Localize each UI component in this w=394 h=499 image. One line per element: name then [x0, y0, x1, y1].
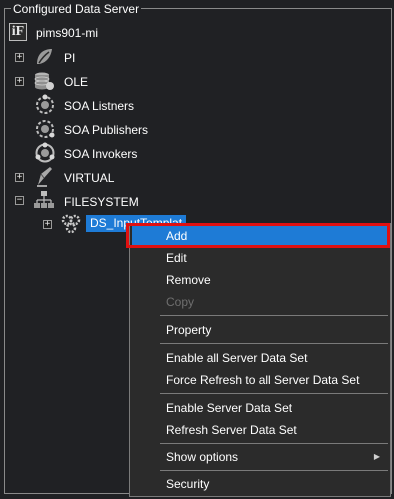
tree-item-soa-listners[interactable]: SOA Listners [64, 98, 134, 114]
tree-item-ole[interactable]: OLE [64, 74, 88, 90]
filesystem-hierarchy-icon [34, 191, 54, 208]
ole-database-icon [34, 72, 54, 90]
menu-item-add[interactable]: Add [132, 225, 388, 247]
menu-separator [160, 443, 388, 444]
menu-item-show-options[interactable]: Show options ▶ [132, 446, 388, 468]
soa-listners-icon [36, 94, 54, 114]
panel-title: Configured Data Server [11, 2, 142, 16]
expand-ole-toggle[interactable]: + [15, 77, 24, 86]
tree-item-virtual[interactable]: VIRTUAL [64, 170, 114, 186]
tree-item-pi[interactable]: PI [64, 50, 75, 66]
tree-item-soa-invokers[interactable]: SOA Invokers [64, 146, 137, 162]
tree-item-filesystem[interactable]: FILESYSTEM [64, 194, 139, 210]
menu-separator [160, 343, 388, 344]
menu-item-enable-all-server-data-set[interactable]: Enable all Server Data Set [132, 347, 388, 369]
expand-pi-toggle[interactable]: + [15, 53, 24, 62]
pi-leaf-icon [37, 49, 52, 64]
tree-item-soa-publishers[interactable]: SOA Publishers [64, 122, 148, 138]
context-menu: Add Edit Remove Copy Property Enable all… [129, 223, 391, 497]
menu-separator [160, 393, 388, 394]
expand-ds-inputtemplat-toggle[interactable]: + [43, 220, 52, 229]
menu-item-security[interactable]: Security [132, 473, 388, 495]
tree-root-label[interactable]: pims901-mi [36, 25, 98, 41]
collapse-filesystem-toggle[interactable]: − [15, 196, 24, 205]
menu-item-force-refresh-all[interactable]: Force Refresh to all Server Data Set [132, 369, 388, 391]
menu-item-refresh-server-data-set[interactable]: Refresh Server Data Set [132, 419, 388, 441]
menu-separator [160, 470, 388, 471]
menu-item-enable-server-data-set[interactable]: Enable Server Data Set [132, 397, 388, 419]
virtual-pen-icon [37, 167, 52, 187]
menu-separator [160, 315, 388, 316]
menu-item-remove[interactable]: Remove [132, 269, 388, 291]
expand-virtual-toggle[interactable]: + [15, 173, 24, 182]
menu-item-copy: Copy [166, 295, 195, 309]
menu-item-edit[interactable]: Edit [132, 247, 388, 269]
gears-icon [61, 214, 81, 234]
if-logo-icon: iF [9, 23, 27, 41]
menu-item-property[interactable]: Property [132, 319, 388, 341]
soa-publishers-icon [36, 120, 55, 138]
soa-invokers-icon [35, 142, 55, 163]
submenu-arrow-icon: ▶ [373, 452, 380, 461]
